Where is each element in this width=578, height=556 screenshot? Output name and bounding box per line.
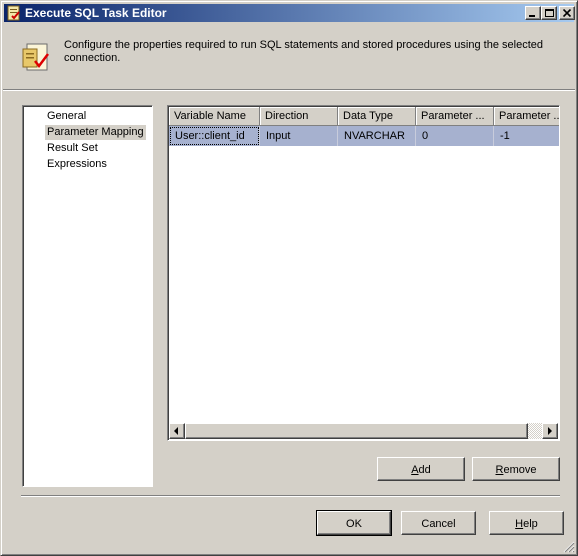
cancel-button[interactable]: Cancel (401, 511, 476, 535)
header-description: Configure the properties required to run… (64, 39, 543, 64)
task-editor-icon (7, 5, 20, 21)
column-header-direction[interactable]: Direction (260, 107, 338, 126)
column-header-parameter-size[interactable]: Parameter ... (494, 107, 559, 126)
nav-item-result-set[interactable]: Result Set (45, 141, 100, 156)
title-bar[interactable]: Execute SQL Task Editor (4, 4, 575, 22)
cell-parameter-size[interactable]: -1 (494, 126, 559, 146)
header-divider (3, 89, 575, 91)
grid-header: Variable Name Direction Data Type Parame… (169, 107, 559, 126)
close-icon (563, 9, 572, 18)
dialog-window: Execute SQL Task Editor Configure the pr… (0, 0, 578, 556)
maximize-icon (545, 9, 554, 17)
nav-item-parameter-mapping[interactable]: Parameter Mapping (45, 125, 146, 140)
column-header-variable-name[interactable]: Variable Name (169, 107, 260, 126)
nav-item-expressions[interactable]: Expressions (45, 157, 109, 172)
nav-item-general[interactable]: General (45, 109, 88, 124)
navigation-list: General Parameter Mapping Result Set Exp… (22, 105, 153, 487)
minimize-button[interactable] (525, 6, 541, 20)
remove-button[interactable]: Remove (472, 457, 560, 481)
footer-divider (21, 495, 560, 497)
resize-grip-icon[interactable] (563, 541, 575, 553)
add-label-mnemonic: A (411, 464, 419, 476)
maximize-button[interactable] (541, 6, 557, 20)
cell-variable-name[interactable]: User::client_id (169, 126, 260, 146)
close-button[interactable] (559, 6, 575, 20)
cell-data-type[interactable]: NVARCHAR (338, 126, 416, 146)
scroll-right-button[interactable] (542, 423, 558, 439)
help-label-mnemonic: H (515, 518, 524, 530)
scroll-left-button[interactable] (169, 423, 185, 439)
minimize-icon (529, 15, 535, 17)
ok-button[interactable]: OK (316, 510, 392, 536)
cell-parameter-name[interactable]: 0 (416, 126, 494, 146)
table-row[interactable]: User::client_id Input NVARCHAR 0 -1 (169, 126, 559, 146)
column-header-parameter-name[interactable]: Parameter ... (416, 107, 494, 126)
checklist-icon (22, 43, 49, 71)
help-button[interactable]: Help (489, 511, 564, 535)
add-label-suffix: dd (418, 464, 431, 476)
window-title: Execute SQL Task Editor (25, 6, 167, 20)
add-button[interactable]: Add (377, 457, 465, 481)
horizontal-scrollbar[interactable] (169, 423, 558, 439)
arrow-right-icon (548, 427, 552, 435)
help-label-suffix: elp (523, 518, 538, 530)
column-header-data-type[interactable]: Data Type (338, 107, 416, 126)
parameter-grid: Variable Name Direction Data Type Parame… (167, 105, 560, 441)
arrow-left-icon (174, 427, 178, 435)
remove-label-suffix: emove (503, 464, 537, 476)
cell-direction[interactable]: Input (260, 126, 338, 146)
scrollbar-thumb[interactable] (185, 423, 528, 439)
